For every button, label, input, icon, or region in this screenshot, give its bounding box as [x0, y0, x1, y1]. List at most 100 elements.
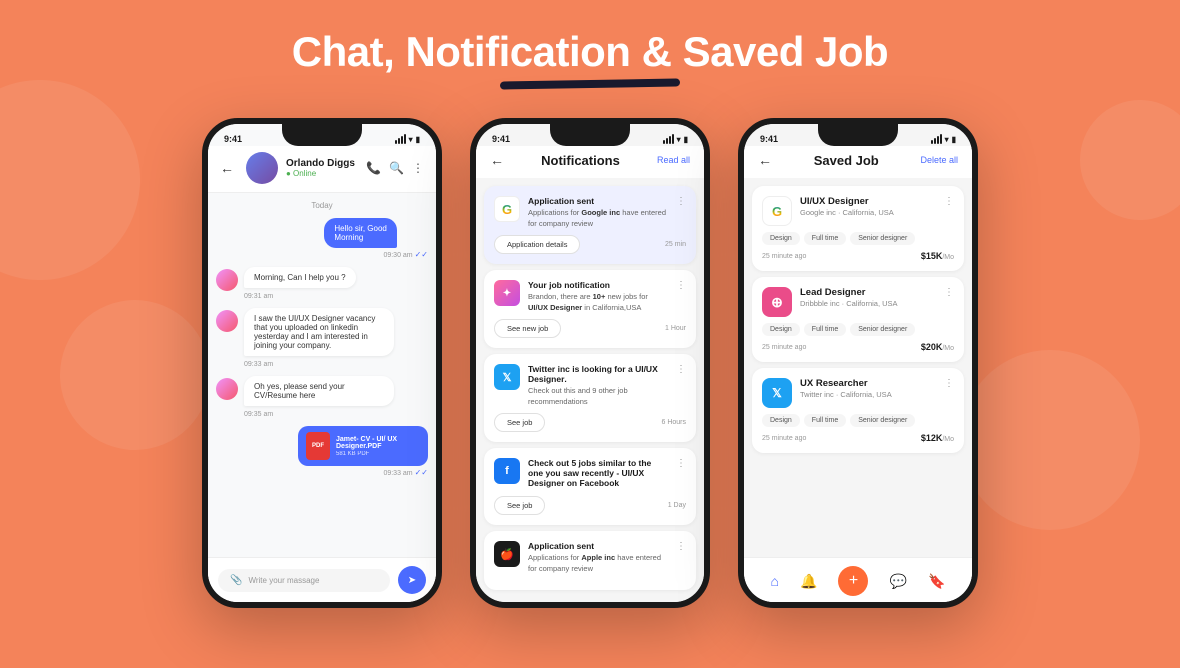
notif-action-btn-2[interactable]: See new job [494, 319, 561, 338]
notif-text-3: Twitter inc is looking for a UI/UX Desig… [528, 364, 668, 407]
chat-body: Today Hello sir, Good Morning 09:30 am ✓… [208, 193, 436, 557]
job-time-3: 25 minute ago [762, 435, 806, 442]
job-tag-senior-3: Senior designer [850, 414, 915, 427]
google-logo-1: G [494, 196, 520, 222]
job-salary-2: $20K/Mo [921, 342, 954, 352]
notification-item-5[interactable]: 🍎 Application sent Applications for Appl… [484, 531, 696, 590]
job-card-top-3: 𝕏 UX Researcher Twitter inc · California… [762, 378, 954, 408]
notif-time-4: 1 Day [668, 502, 686, 509]
add-nav-button[interactable]: + [838, 566, 868, 596]
chat-header-icons: 📞 🔍 ⋮ [366, 161, 424, 175]
received-content-3: Oh yes, please send your CV/Resume here … [244, 376, 394, 418]
notif-footer-1: Application details 25 min [494, 235, 686, 254]
job-card-bottom-3: 25 minute ago $12K/Mo [762, 433, 954, 443]
chat-user-name: Orlando Diggs [286, 158, 358, 169]
notification-item-3[interactable]: 𝕏 Twitter inc is looking for a UI/UX Des… [484, 354, 696, 442]
chat-user-status: ● Online [286, 169, 358, 178]
notification-item-4[interactable]: f Check out 5 jobs similar to the one yo… [484, 448, 696, 525]
job-company-2: Dribbble inc · California, USA [800, 299, 936, 308]
pdf-bubble: PDF Jamet- CV - UI/ UX Designer.PDF 581 … [298, 426, 428, 466]
bottom-nav: ⌂ 🔔 + 💬 🔖 [744, 557, 972, 602]
notif-action-btn-3[interactable]: See job [494, 413, 545, 432]
send-button[interactable]: ➤ [398, 566, 426, 594]
notif-time-2: 1 Hour [665, 325, 686, 332]
job-tag-fulltime-2: Full time [804, 323, 846, 336]
notif-title-3: Twitter inc is looking for a UI/UX Desig… [528, 364, 668, 384]
job-card-2[interactable]: ⊕ Lead Designer Dribbble inc · Californi… [752, 277, 964, 362]
notifications-list: G Application sent Applications for Goog… [476, 178, 704, 602]
date-divider: Today [216, 201, 428, 210]
notif-text-1: Application sent Applications for Google… [528, 196, 668, 229]
notif-more-icon-5[interactable]: ⋮ [676, 541, 686, 552]
job-card-top-1: G UI/UX Designer Google inc · California… [762, 196, 954, 226]
received-time: 09:31 am [244, 293, 356, 300]
saved-back-icon[interactable]: ← [758, 152, 772, 168]
job-tag-fulltime-1: Full time [804, 232, 846, 245]
job-card-3[interactable]: 𝕏 UX Researcher Twitter inc · California… [752, 368, 964, 453]
job-card-bottom-1: 25 minute ago $15K/Mo [762, 251, 954, 261]
job-info-1: UI/UX Designer Google inc · California, … [800, 196, 936, 217]
job-card-1[interactable]: G UI/UX Designer Google inc · California… [752, 186, 964, 271]
saved-jobs-list: G UI/UX Designer Google inc · California… [744, 178, 972, 557]
notif-card-header-5: 🍎 Application sent Applications for Appl… [494, 541, 686, 574]
battery-icon: ▮ [416, 135, 420, 144]
notif-title-5: Application sent [528, 541, 668, 551]
more-icon[interactable]: ⋮ [412, 161, 424, 175]
saved-job-phone: 9:41 ▾ ▮ ← Saved Job Delete all [738, 118, 978, 608]
battery-icon-3: ▮ [952, 135, 956, 144]
notif-title-2: Your job notification [528, 280, 668, 290]
job-tag-design-1: Design [762, 232, 800, 245]
back-arrow-icon[interactable]: ← [220, 160, 234, 176]
notif-title-1: Application sent [528, 196, 668, 206]
notif-action-btn-1[interactable]: Application details [494, 235, 580, 254]
notif-card-header-3: 𝕏 Twitter inc is looking for a UI/UX Des… [494, 364, 686, 407]
notif-text-4: Check out 5 jobs similar to the one you … [528, 458, 668, 490]
job-tags-3: Design Full time Senior designer [762, 414, 954, 427]
bookmark-nav-icon[interactable]: 🔖 [928, 573, 945, 590]
notif-more-icon-4[interactable]: ⋮ [676, 458, 686, 469]
pdf-time: 09:33 am ✓✓ [298, 468, 428, 477]
job-more-icon-3[interactable]: ⋮ [944, 378, 954, 389]
job-company-3: Twitter inc · California, USA [800, 390, 936, 399]
search-icon[interactable]: 🔍 [389, 161, 404, 175]
notif-footer-4: See job 1 Day [494, 496, 686, 515]
job-salary-3: $12K/Mo [921, 433, 954, 443]
received-time-2: 09:33 am [244, 361, 394, 368]
job-title-1: UI/UX Designer [800, 196, 936, 207]
home-nav-icon[interactable]: ⌂ [771, 573, 779, 589]
chat-input-field[interactable]: 📎 Write your massage [218, 569, 390, 592]
delete-all-button[interactable]: Delete all [920, 155, 958, 165]
notif-desc-5: Applications for Apple inc have entered … [528, 553, 668, 574]
wifi-icon-2: ▾ [677, 135, 681, 144]
chat-nav-icon[interactable]: 💬 [890, 573, 907, 590]
twitter-logo-notif: 𝕏 [494, 364, 520, 390]
job-more-icon-2[interactable]: ⋮ [944, 287, 954, 298]
battery-icon-2: ▮ [684, 135, 688, 144]
pdf-name: Jamet- CV - UI/ UX Designer.PDF [336, 436, 420, 450]
dribbble-logo: ⊕ [762, 287, 792, 317]
notif-header: ← Notifications Read all [476, 146, 704, 178]
sent-time: 09:30 am ✓✓ [324, 250, 428, 259]
notif-action-btn-4[interactable]: See job [494, 496, 545, 515]
received-bubble-2: I saw the UI/UX Designer vacancy that yo… [244, 308, 394, 356]
read-all-button[interactable]: Read all [657, 155, 690, 165]
notification-item-1[interactable]: G Application sent Applications for Goog… [484, 186, 696, 264]
phone-notch-2 [550, 124, 630, 146]
attachment-icon[interactable]: 📎 [230, 575, 242, 586]
notif-card-header-4: f Check out 5 jobs similar to the one yo… [494, 458, 686, 490]
bell-nav-icon[interactable]: 🔔 [800, 573, 817, 590]
notification-item-2[interactable]: ✦ Your job notification Brandon, there a… [484, 270, 696, 348]
job-tag-fulltime-3: Full time [804, 414, 846, 427]
notif-back-icon[interactable]: ← [490, 152, 504, 168]
job-more-icon-1[interactable]: ⋮ [944, 196, 954, 207]
notif-more-icon-3[interactable]: ⋮ [676, 364, 686, 375]
notif-more-icon-2[interactable]: ⋮ [676, 280, 686, 291]
notif-text-2: Your job notification Brandon, there are… [528, 280, 668, 313]
pdf-icon: PDF [306, 432, 330, 460]
phone-icon[interactable]: 📞 [366, 161, 381, 175]
notif-more-icon-1[interactable]: ⋮ [676, 196, 686, 207]
notif-footer-2: See new job 1 Hour [494, 319, 686, 338]
phone-notch-3 [818, 124, 898, 146]
received-content-2: I saw the UI/UX Designer vacancy that yo… [244, 308, 394, 368]
chat-input-bar: 📎 Write your massage ➤ [208, 557, 436, 602]
